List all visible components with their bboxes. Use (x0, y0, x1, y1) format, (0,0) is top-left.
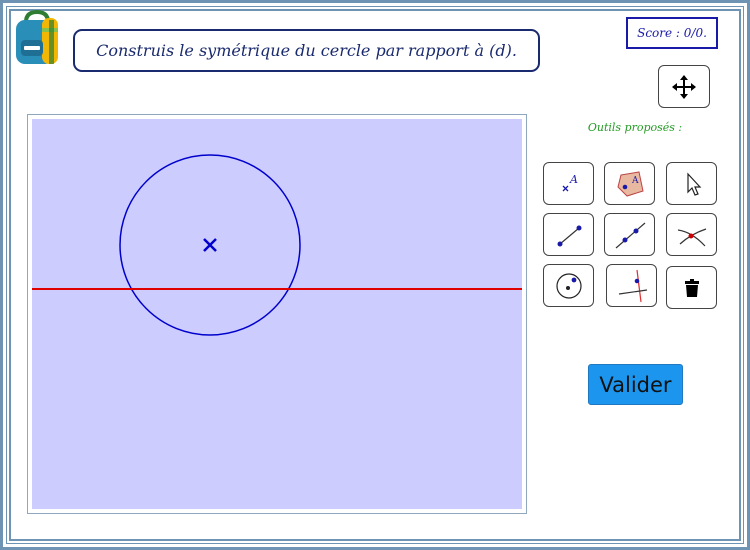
svg-text:A: A (631, 176, 639, 186)
geometry-canvas[interactable] (32, 119, 522, 509)
pointer-tool-button[interactable] (666, 162, 717, 205)
intersection-icon (677, 227, 706, 246)
geometry-canvas-frame (27, 114, 527, 514)
circle-center-point[interactable] (203, 238, 217, 252)
point-tool-button[interactable]: A (543, 162, 594, 205)
circle-tool-button[interactable] (543, 264, 594, 307)
polygon-icon: A (616, 170, 644, 197)
delete-icon (684, 278, 699, 297)
perpendicular-icon (618, 269, 647, 302)
polygon-tool-button[interactable]: A (604, 162, 655, 205)
intersection-tool-button[interactable] (666, 213, 717, 256)
move-view-button[interactable] (658, 65, 710, 108)
pointer-icon (686, 171, 701, 196)
line-tool-button[interactable] (604, 213, 655, 256)
circle-icon (555, 272, 582, 299)
tools-title: Outils proposés : (587, 121, 683, 134)
segment-icon (557, 225, 581, 246)
perpendicular-tool-button[interactable] (606, 264, 657, 307)
segment-tool-button[interactable] (543, 213, 594, 256)
line-icon (615, 222, 645, 248)
backpack-icon (16, 10, 58, 64)
score-display: Score : 0/0. (626, 17, 718, 49)
move-view-icon (672, 74, 696, 99)
point-icon: A (562, 173, 578, 191)
svg-text:A: A (569, 173, 578, 186)
validate-button[interactable]: Valider (588, 364, 683, 405)
delete-tool-button[interactable] (666, 266, 717, 309)
instruction-box: Construis le symétrique du cercle par ra… (73, 29, 540, 72)
